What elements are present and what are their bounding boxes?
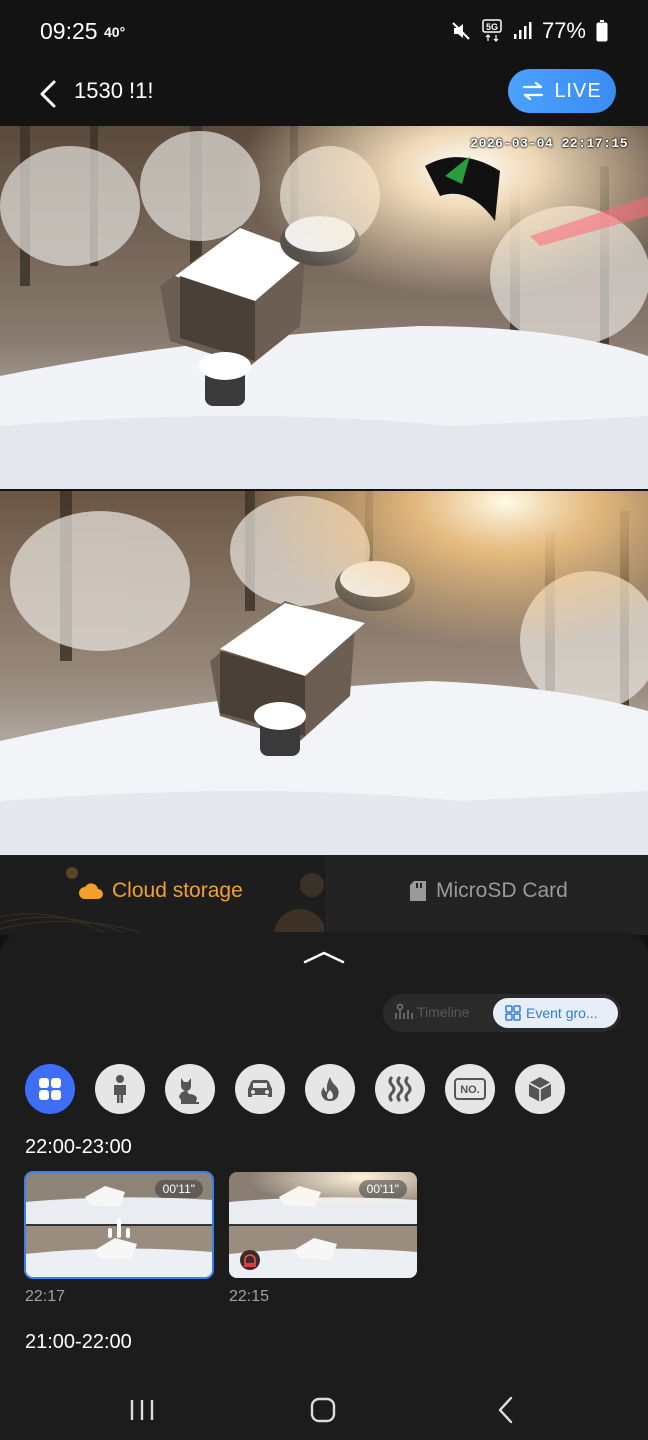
- signal-icon: [513, 22, 532, 39]
- heat-icon: [388, 1075, 412, 1103]
- alarm-icon: [240, 1250, 260, 1270]
- recents-button[interactable]: [117, 1390, 167, 1430]
- event-group-label: 21:00-22:00: [25, 1331, 132, 1353]
- event-clip[interactable]: 00'11": [229, 1172, 417, 1278]
- clip-duration: 00'11": [154, 1180, 203, 1198]
- tab-microsd-card[interactable]: MicroSD Card: [325, 855, 648, 935]
- filter-pet[interactable]: [165, 1064, 215, 1114]
- camera-image-bottom: [0, 491, 648, 855]
- toggle-event-label: Event gro...: [526, 1005, 598, 1021]
- back-icon: [498, 1396, 513, 1424]
- storage-tabs: Cloud storage MicroSD Card: [0, 855, 648, 935]
- system-back-button[interactable]: [481, 1390, 531, 1430]
- person-icon: [114, 1075, 126, 1103]
- network-5g-icon: 5G: [482, 19, 502, 42]
- filter-person[interactable]: [95, 1064, 145, 1114]
- toggle-timeline-label: Timeline: [417, 1004, 470, 1020]
- filter-vehicle[interactable]: [235, 1064, 285, 1114]
- camera-feed-top[interactable]: 2026-03-04 22:17:15: [0, 126, 648, 489]
- status-icons: 5G 77%: [450, 18, 608, 44]
- live-button[interactable]: LIVE: [508, 69, 616, 113]
- system-nav-bar: [0, 1380, 648, 1440]
- mute-icon: [452, 22, 470, 40]
- event-filter-row: NO.: [25, 1064, 565, 1114]
- tab-sd-content: MicroSD Card: [408, 879, 568, 903]
- plate-icon: NO.: [454, 1078, 486, 1100]
- status-bar: 09:25 40° 5G 77%: [0, 0, 648, 64]
- clip-time: 22:17: [25, 1288, 66, 1305]
- car-icon: [248, 1080, 272, 1097]
- back-button[interactable]: [32, 76, 68, 112]
- camera-feed-bottom[interactable]: [0, 491, 648, 855]
- device-title: 1530 !1!: [74, 78, 154, 103]
- tab-sd-label: MicroSD Card: [436, 879, 568, 902]
- timeline-icon: [395, 1003, 413, 1019]
- pet-icon: [179, 1078, 199, 1104]
- filter-license-plate[interactable]: NO.: [445, 1064, 495, 1114]
- plate-icon-text: NO.: [460, 1084, 480, 1096]
- tab-cloud-storage[interactable]: Cloud storage: [0, 855, 324, 935]
- sd-card-icon: [410, 881, 426, 901]
- tab-cloud-label: Cloud storage: [112, 879, 243, 902]
- filter-all[interactable]: [25, 1064, 75, 1114]
- live-label: LIVE: [554, 79, 602, 102]
- event-group-label: 22:00-23:00: [25, 1136, 132, 1158]
- playing-icon: [108, 1218, 130, 1238]
- event-sheet: Timeline Event gro... NO. 22:00-23:00 00…: [0, 932, 648, 1380]
- recents-icon: [130, 1400, 154, 1420]
- event-clip[interactable]: 00'11": [24, 1171, 214, 1279]
- chevron-up-icon: [303, 951, 345, 964]
- status-time: 09:25: [40, 18, 98, 44]
- toggle-timeline[interactable]: Timeline: [395, 1003, 469, 1021]
- swap-icon: [523, 82, 544, 100]
- package-icon: [528, 1077, 552, 1102]
- grid-icon: [505, 1005, 521, 1021]
- network-label: 5G: [486, 22, 498, 32]
- clip-duration: 00'11": [358, 1180, 407, 1198]
- filter-heat[interactable]: [375, 1064, 425, 1114]
- battery-icon: [596, 20, 608, 42]
- camera-image-top: [0, 126, 648, 489]
- tab-cloud-content: Cloud storage: [78, 879, 243, 903]
- home-icon: [310, 1397, 336, 1423]
- header: 1530 !1! LIVE: [0, 64, 648, 126]
- battery-percent: 77%: [541, 18, 586, 43]
- grid-icon: [39, 1078, 61, 1100]
- home-button[interactable]: [298, 1390, 348, 1430]
- cloud-icon: [79, 883, 103, 899]
- camera-timestamp: 2026-03-04 22:17:15: [470, 136, 628, 151]
- view-toggle: Timeline Event gro...: [383, 994, 621, 1032]
- flame-icon: [321, 1077, 339, 1101]
- chevron-left-icon: [40, 80, 56, 108]
- clip-time: 22:15: [229, 1288, 270, 1305]
- filter-package[interactable]: [515, 1064, 565, 1114]
- toggle-event-group[interactable]: Event gro...: [493, 998, 618, 1028]
- sheet-expand-handle[interactable]: [303, 950, 345, 964]
- filter-fire[interactable]: [305, 1064, 355, 1114]
- status-temperature: 40°: [104, 24, 126, 40]
